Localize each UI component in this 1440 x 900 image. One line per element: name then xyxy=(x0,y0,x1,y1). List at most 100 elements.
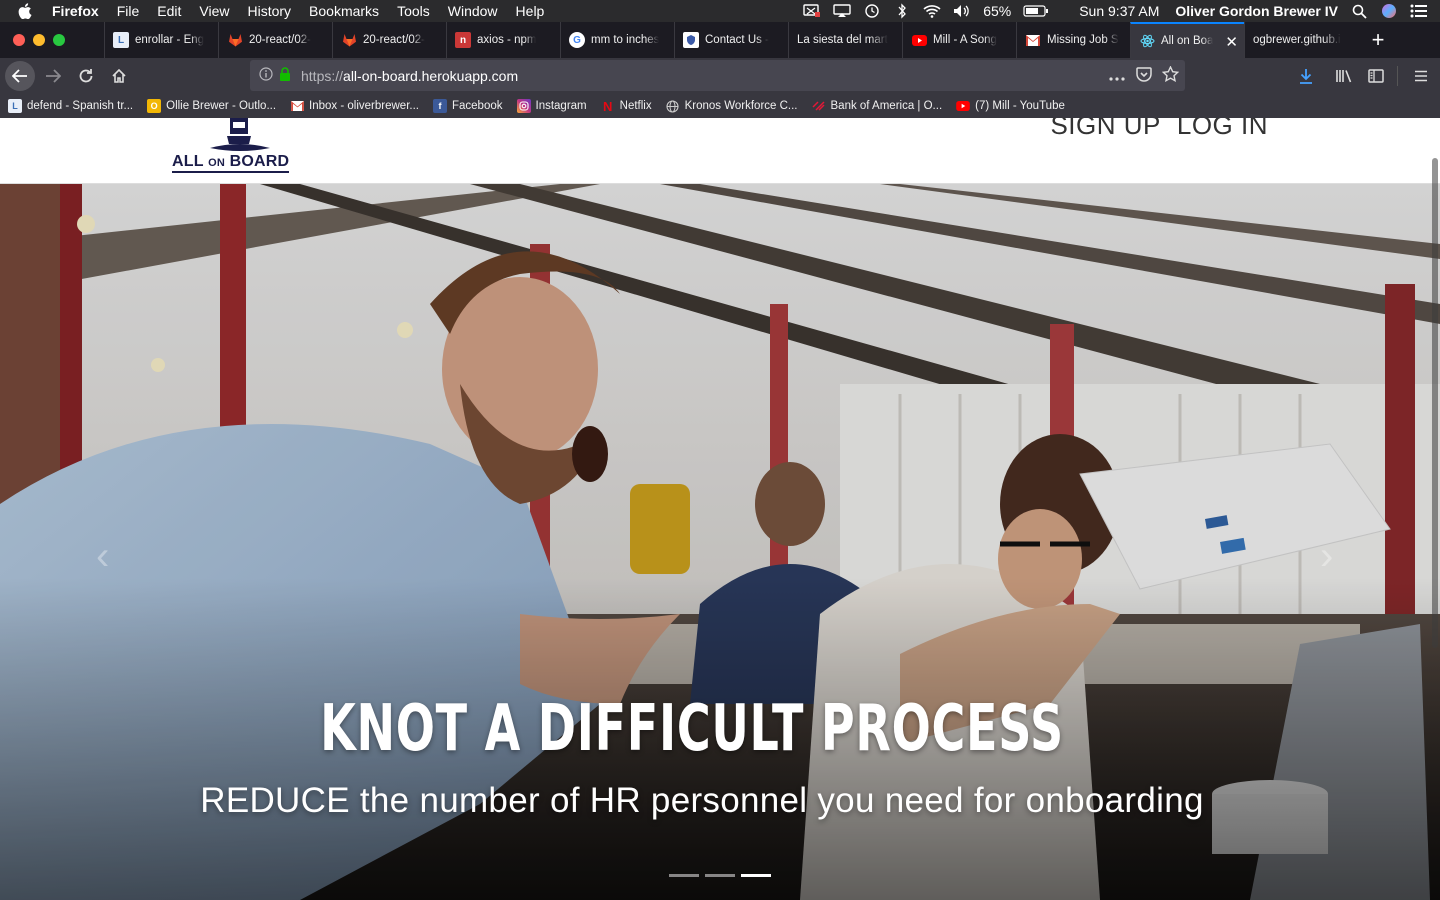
menubar-user[interactable]: Oliver Gordon Brewer IV xyxy=(1175,3,1338,19)
logo-word-board: BOARD xyxy=(229,153,290,170)
zoom-window-button[interactable] xyxy=(53,34,65,46)
apple-icon[interactable] xyxy=(18,3,38,19)
menu-help[interactable]: Help xyxy=(516,3,545,19)
sign-up-link[interactable]: SIGN UP xyxy=(1050,118,1160,141)
linguee-icon: L xyxy=(113,32,129,48)
battery-icon[interactable] xyxy=(1023,3,1049,19)
bookmark-bank-of-america[interactable]: Bank of America | O... xyxy=(812,99,942,113)
log-in-link[interactable]: LOG IN xyxy=(1177,118,1268,141)
carousel-prev-icon[interactable]: ‹ xyxy=(96,534,109,579)
tab-gitlab-1[interactable]: 20-react/02- xyxy=(218,22,332,58)
bookmark-label: Inbox - oliverbrewer... xyxy=(309,100,419,112)
lighthouse-logo-icon xyxy=(210,118,270,151)
window-controls xyxy=(0,22,104,58)
menu-edit[interactable]: Edit xyxy=(157,3,181,19)
bookmark-youtube-mill[interactable]: (7) Mill - YouTube xyxy=(956,99,1065,113)
tab-label: La siesta del mart xyxy=(797,34,888,46)
forward-button[interactable] xyxy=(38,61,68,91)
tab-gitlab-2[interactable]: 20-react/02- xyxy=(332,22,446,58)
google-icon: G xyxy=(569,32,585,48)
tab-label: mm to inches xyxy=(591,34,660,46)
tab-la-siesta[interactable]: La siesta del mart xyxy=(788,22,902,58)
tab-missing-job[interactable]: Missing Job S xyxy=(1016,22,1130,58)
bookmark-facebook[interactable]: f Facebook xyxy=(432,99,503,113)
siri-icon[interactable] xyxy=(1380,3,1398,19)
carousel-indicator-3[interactable] xyxy=(741,874,771,877)
close-window-button[interactable] xyxy=(13,34,25,46)
menu-history[interactable]: History xyxy=(247,3,291,19)
bookmark-defend-spanish[interactable]: L defend - Spanish tr... xyxy=(8,99,133,113)
airplay-icon[interactable] xyxy=(833,3,851,19)
tab-mm-to-inches[interactable]: G mm to inches xyxy=(560,22,674,58)
tab-strip: L enrollar - Eng 20-react/02- 20-react/0… xyxy=(0,22,1440,58)
back-button[interactable] xyxy=(5,61,35,91)
tab-contact-us[interactable]: Contact Us - xyxy=(674,22,788,58)
bookmark-label: Facebook xyxy=(451,100,503,112)
close-tab-icon[interactable]: ✕ xyxy=(1225,33,1238,51)
gitlab-icon xyxy=(227,32,243,48)
tab-all-on-board[interactable]: All on Boa ✕ xyxy=(1130,22,1244,58)
library-button[interactable] xyxy=(1329,61,1359,91)
bookmark-kronos[interactable]: Kronos Workforce C... xyxy=(666,99,798,113)
carousel-next-icon[interactable]: › xyxy=(1320,534,1333,579)
vpn-icon[interactable] xyxy=(803,3,821,19)
bookmarks-toolbar: L defend - Spanish tr... O Ollie Brewer … xyxy=(0,94,1440,118)
instagram-icon xyxy=(516,99,531,113)
bluetooth-icon[interactable] xyxy=(893,3,911,19)
bookmark-label: Ollie Brewer - Outlo... xyxy=(166,100,277,112)
bookmark-outlook[interactable]: O Ollie Brewer - Outlo... xyxy=(147,99,276,113)
notification-center-icon[interactable] xyxy=(1410,3,1428,19)
carousel-indicator-2[interactable] xyxy=(705,874,735,877)
url-text[interactable]: https://all-on-board.herokuapp.com xyxy=(301,68,518,84)
tab-label: axios - npm xyxy=(477,34,537,46)
download-icon xyxy=(1300,69,1312,84)
outlook-icon: O xyxy=(147,99,162,113)
tab-axios-npm[interactable]: n axios - npm xyxy=(446,22,560,58)
spotlight-icon[interactable] xyxy=(1350,3,1368,19)
menu-view[interactable]: View xyxy=(199,3,229,19)
volume-icon[interactable] xyxy=(953,3,971,19)
new-tab-button[interactable]: + xyxy=(1360,22,1396,58)
tab-enrollar[interactable]: L enrollar - Eng xyxy=(104,22,218,58)
tab-label: ogbrewer.github.i xyxy=(1253,34,1341,46)
minimize-window-button[interactable] xyxy=(33,34,45,46)
bookmark-gmail-inbox[interactable]: Inbox - oliverbrewer... xyxy=(290,99,419,113)
globe-icon xyxy=(666,99,680,113)
menu-file[interactable]: File xyxy=(117,3,140,19)
menu-tools[interactable]: Tools xyxy=(397,3,430,19)
menu-window[interactable]: Window xyxy=(448,3,498,19)
time-machine-icon[interactable] xyxy=(863,3,881,19)
page-actions-icon[interactable] xyxy=(1108,68,1126,84)
open-menu-button[interactable] xyxy=(1406,61,1436,91)
downloads-button[interactable] xyxy=(1291,61,1321,91)
secure-lock-icon[interactable] xyxy=(279,67,291,84)
info-icon[interactable] xyxy=(259,67,273,84)
reload-button[interactable] xyxy=(71,61,101,91)
tab-label: All on Boa xyxy=(1161,35,1214,47)
site-logo-text[interactable]: ALL ON BOARD xyxy=(172,153,290,173)
bookmark-netflix[interactable]: N Netflix xyxy=(601,99,652,114)
bookmark-instagram[interactable]: Instagram xyxy=(516,99,587,113)
menubar-clock[interactable]: Sun 9:37 AM xyxy=(1079,3,1159,19)
react-icon xyxy=(1139,33,1155,49)
bookmark-star-icon[interactable] xyxy=(1161,65,1180,85)
sidebar-button[interactable] xyxy=(1361,61,1391,91)
wifi-icon[interactable] xyxy=(923,3,941,19)
tab-label: enrollar - Eng xyxy=(135,34,205,46)
url-domain: all-on-board.herokuapp.com xyxy=(343,67,519,84)
tab-mill-song[interactable]: Mill - A Song xyxy=(902,22,1016,58)
page-scrollbar[interactable] xyxy=(1432,158,1438,648)
menu-app-name[interactable]: Firefox xyxy=(52,3,99,19)
npm-icon: n xyxy=(455,32,471,48)
hero-subtitle: REDUCE the number of HR personnel you ne… xyxy=(200,781,1204,820)
linguee-icon: L xyxy=(8,99,22,113)
carousel-indicator-1[interactable] xyxy=(669,874,699,877)
logo-word-all: ALL xyxy=(172,153,204,170)
home-button[interactable] xyxy=(104,61,134,91)
battery-percent: 65% xyxy=(983,3,1012,19)
pocket-icon[interactable] xyxy=(1136,66,1152,85)
tab-label: Contact Us - xyxy=(705,34,769,46)
url-bar[interactable]: https://all-on-board.herokuapp.com xyxy=(250,60,1185,91)
menu-bookmarks[interactable]: Bookmarks xyxy=(309,3,379,19)
tab-ogbrewer-github[interactable]: ogbrewer.github.i xyxy=(1244,22,1358,58)
